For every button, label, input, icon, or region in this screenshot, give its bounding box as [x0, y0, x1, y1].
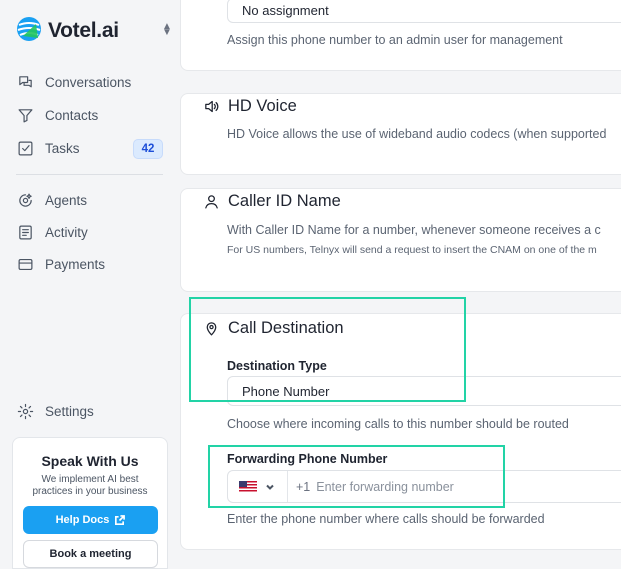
- sidebar-item-label: Settings: [45, 403, 94, 419]
- sidebar-item-tasks[interactable]: Tasks: [16, 136, 80, 160]
- sidebar-item-label: Agents: [45, 192, 88, 208]
- sidebar-item-contacts[interactable]: Contacts: [16, 103, 98, 127]
- sidebar-item-agents[interactable]: Agents: [16, 188, 87, 212]
- caller-id-note: For US numbers, Telnyx will send a reque…: [227, 244, 597, 256]
- sidebar-divider: [16, 174, 163, 175]
- sidebar: Votel.ai ▲ ▼ Conversations Contacts Tasks…: [0, 0, 180, 569]
- sidebar-item-label: Tasks: [45, 140, 80, 156]
- promo-title: Speak With Us: [41, 453, 139, 469]
- votel-logo-icon: [16, 16, 42, 47]
- book-meeting-button[interactable]: Book a meeting: [23, 540, 158, 568]
- support-promo-card: Speak With Us We implement AI best pract…: [12, 437, 168, 569]
- sidebar-item-label: Conversations: [45, 74, 132, 90]
- card-icon: [16, 255, 34, 273]
- brand[interactable]: Votel.ai: [16, 10, 119, 52]
- external-link-icon: [115, 514, 126, 525]
- hd-voice-description: HD Voice allows the use of wideband audi…: [227, 127, 607, 141]
- sidebar-item-settings[interactable]: Settings: [16, 399, 94, 423]
- hd-voice-header: HD Voice: [203, 97, 297, 116]
- sidebar-item-label: Payments: [45, 256, 106, 272]
- caller-id-title: Caller ID Name: [228, 192, 341, 210]
- app-root: Votel.ai ▲ ▼ Conversations Contacts Tasks…: [0, 0, 621, 569]
- forwarding-number-help: Enter the phone number where calls shoul…: [227, 512, 545, 526]
- speaker-icon: [205, 100, 219, 113]
- highlight-box-forwarding: [208, 445, 505, 508]
- sidebar-item-payments[interactable]: Payments: [16, 252, 105, 276]
- sidebar-item-label: Contacts: [45, 107, 99, 123]
- caller-id-description: With Caller ID Name for a number, whenev…: [227, 223, 601, 237]
- promo-text: We implement AI best practices in your b…: [32, 474, 148, 497]
- assignment-select[interactable]: No assignment: [227, 0, 621, 23]
- activity-icon: [16, 223, 34, 241]
- workspace-switcher-icon[interactable]: ▲ ▼: [162, 22, 172, 38]
- help-docs-button[interactable]: Help Docs: [23, 506, 158, 534]
- tasks-count-badge: 42: [133, 139, 163, 159]
- chat-icon: [16, 73, 34, 91]
- sidebar-item-activity[interactable]: Activity: [16, 220, 88, 244]
- assignment-card: No assignment Assign this phone number t…: [180, 0, 621, 71]
- caller-id-header: Caller ID Name: [203, 192, 341, 211]
- hd-voice-card: HD Voice HD Voice allows the use of wide…: [180, 93, 621, 175]
- filter-icon: [16, 106, 34, 124]
- help-docs-label: Help Docs: [55, 514, 110, 526]
- agent-icon: [16, 191, 34, 209]
- hd-voice-title: HD Voice: [228, 97, 297, 115]
- gear-icon: [16, 402, 34, 420]
- assignment-description: Assign this phone number to an admin use…: [227, 33, 563, 47]
- sidebar-item-label: Activity: [45, 224, 88, 240]
- caller-id-card: Caller ID Name With Caller ID Name for a…: [180, 188, 621, 292]
- brand-name: Votel.ai: [48, 19, 119, 42]
- highlight-box-destination: [189, 297, 466, 402]
- user-icon: [205, 195, 218, 209]
- destination-type-help: Choose where incoming calls to this numb…: [227, 417, 569, 431]
- sidebar-item-conversations[interactable]: Conversations: [16, 70, 131, 94]
- checkbox-icon: [16, 139, 34, 157]
